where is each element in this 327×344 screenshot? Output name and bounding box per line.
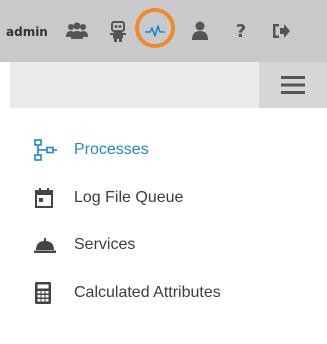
hamburger-menu-button[interactable] bbox=[259, 62, 327, 108]
menu-item-services[interactable]: Services bbox=[34, 232, 135, 258]
process-flow-icon bbox=[34, 139, 64, 161]
top-bar: admin ? bbox=[0, 0, 327, 62]
robot-icon[interactable] bbox=[107, 20, 129, 42]
menu-item-log-file-queue[interactable]: Log File Queue bbox=[34, 185, 183, 211]
calculator-icon bbox=[34, 282, 64, 304]
highlight-ring bbox=[135, 8, 175, 48]
hamburger-menu-icon bbox=[281, 76, 305, 94]
dropdown-menu: Processes Log File Queue Services Calcul… bbox=[0, 108, 327, 344]
username-label: admin bbox=[6, 25, 48, 39]
users-icon[interactable] bbox=[66, 20, 88, 42]
help-icon[interactable]: ? bbox=[230, 20, 252, 42]
menu-item-label: Calculated Attributes bbox=[74, 284, 221, 301]
menu-item-label: Processes bbox=[74, 141, 149, 158]
service-bell-icon bbox=[34, 234, 64, 256]
menu-item-label: Services bbox=[74, 236, 136, 253]
menu-item-label: Log File Queue bbox=[74, 189, 184, 206]
menu-item-calculated-attributes[interactable]: Calculated Attributes bbox=[34, 280, 221, 306]
secondary-toolbar bbox=[10, 62, 327, 109]
menu-item-processes[interactable]: Processes bbox=[34, 137, 149, 163]
logout-icon[interactable] bbox=[270, 20, 292, 42]
user-icon[interactable] bbox=[189, 20, 211, 42]
calendar-icon bbox=[34, 187, 64, 209]
